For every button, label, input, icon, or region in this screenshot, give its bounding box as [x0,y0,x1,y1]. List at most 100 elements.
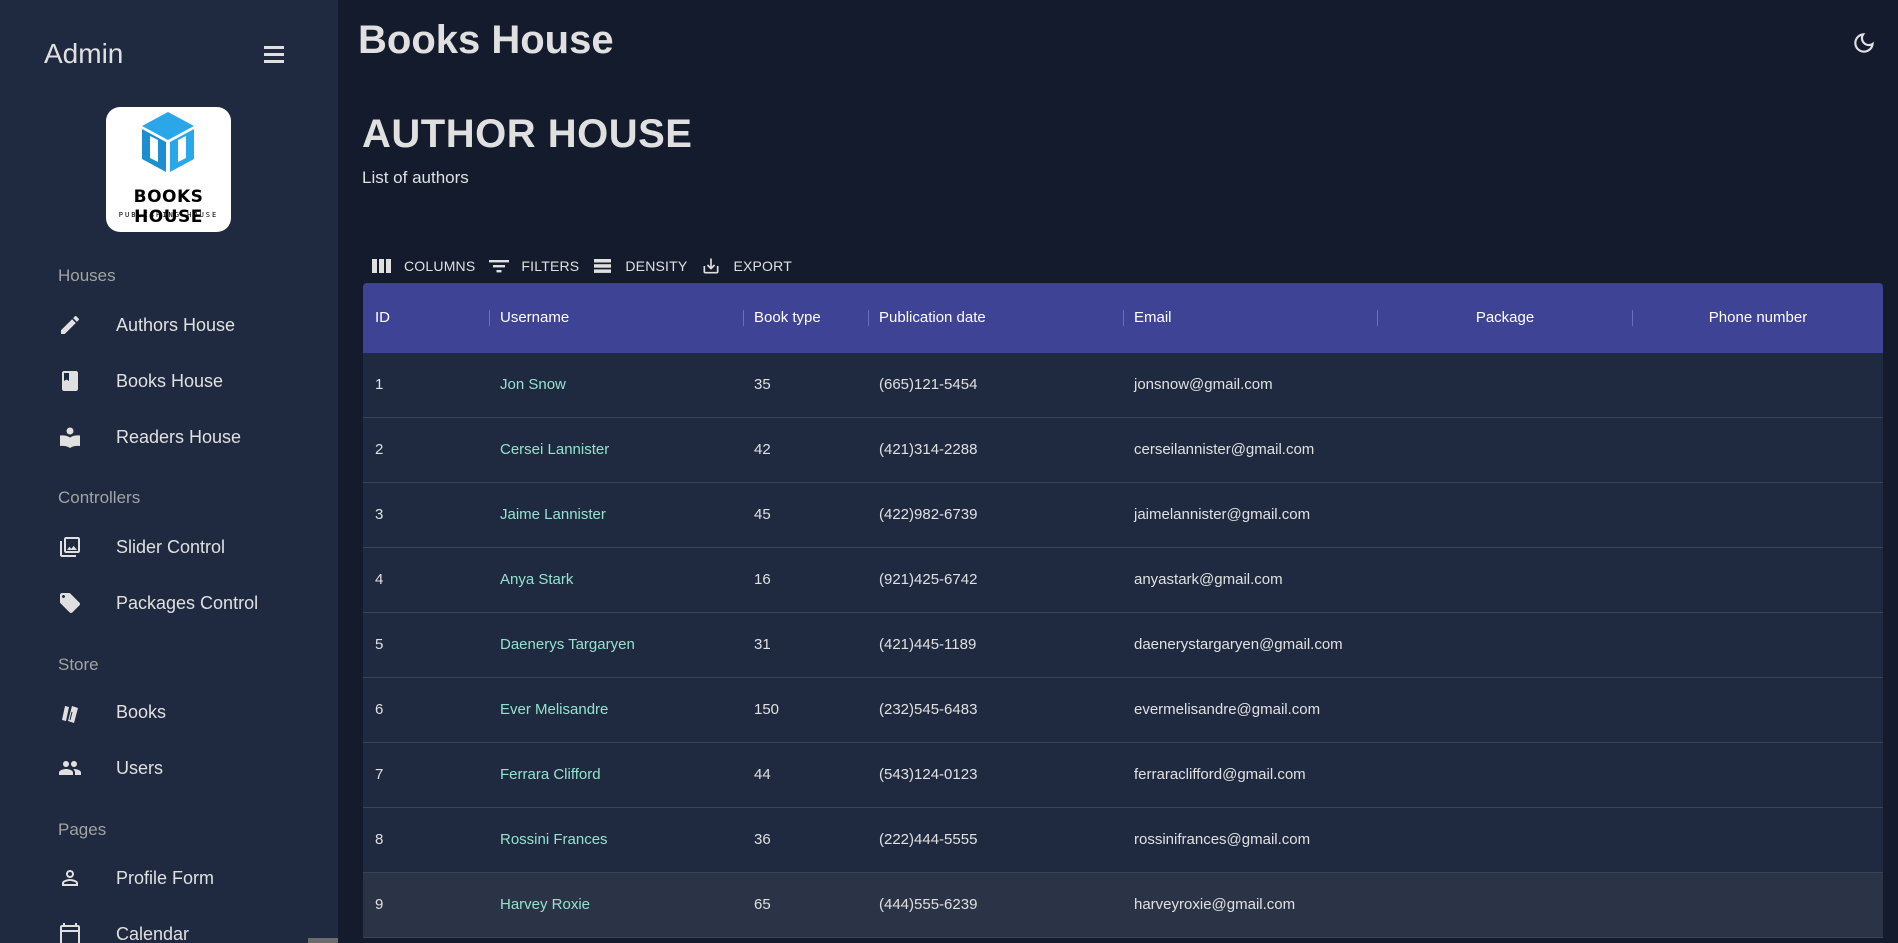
sidebar: Admin BOOKS HOUSE PUBLISHING HOUSE House… [0,0,338,943]
table-row[interactable]: 2 Cersei Lannister 42 (421)314-2288 cers… [363,418,1883,483]
column-header-username[interactable]: Username [500,283,569,353]
column-header-book-type[interactable]: Book type [754,283,821,353]
cell-publication-date: (444)555-6239 [879,896,978,913]
export-label: EXPORT [733,258,792,274]
column-header-email[interactable]: Email [1134,283,1172,353]
reader-icon [58,422,102,452]
table-row[interactable]: 8 Rossini Frances 36 (222)444-5555 rossi… [363,808,1883,873]
cell-publication-date: (421)314-2288 [879,441,978,458]
sidebar-item-label: Calendar [116,923,190,943]
cell-username[interactable]: Ferrara Clifford [500,743,601,807]
table-row[interactable]: 1 Jon Snow 35 (665)121-5454 jonsnow@gmai… [363,353,1883,418]
export-button[interactable]: EXPORT [699,255,792,277]
columns-button[interactable]: COLUMNS [370,255,475,277]
horizontal-scrollbar[interactable] [308,938,338,943]
cell-username[interactable]: Ever Melisandre [500,678,608,742]
tag-icon [58,588,102,618]
sidebar-title: Admin [44,38,124,69]
column-header-id[interactable]: ID [375,283,390,353]
cell-email: harveyroxie@gmail.com [1134,896,1296,913]
cell-username[interactable]: Daenerys Targaryen [500,613,635,677]
cell-id: 6 [375,701,384,718]
sidebar-item-label: Users [116,757,164,778]
logo-subtext: PUBLISHING HOUSE [118,211,219,219]
cell-book-type: 44 [754,766,771,783]
sidebar-item-label: Books House [116,370,224,391]
authors-table: ID Username Book type Publication date E… [363,283,1883,943]
density-label: DENSITY [625,258,688,274]
cell-id: 8 [375,831,384,848]
sidebar-item-profile-form[interactable]: Profile Form [58,861,318,895]
image-collection-icon [58,532,102,562]
column-header-phone-number[interactable]: Phone number [1633,283,1883,353]
cell-email: jaimelannister@gmail.com [1134,506,1311,523]
sidebar-item-books-house[interactable]: Books House [58,364,318,398]
page-subtitle: List of authors [362,168,469,187]
pencil-icon [58,310,102,340]
cell-email: ferraraclifford@gmail.com [1134,766,1306,783]
filter-icon [487,255,511,277]
sidebar-header: Admin [44,36,284,76]
sidebar-item-slider-control[interactable]: Slider Control [58,530,318,564]
table-row[interactable]: 7 Ferrara Clifford 44 (543)124-0123 ferr… [363,743,1883,808]
column-header-package[interactable]: Package [1378,283,1632,353]
cell-username[interactable]: Jon Snow [500,353,566,417]
cell-username[interactable]: Cersei Lannister [500,418,609,482]
cell-book-type: 16 [754,571,771,588]
sidebar-item-readers-house[interactable]: Readers House [58,420,318,454]
sidebar-item-calendar[interactable]: Calendar [58,917,318,943]
cell-email: rossinifrances@gmail.com [1134,831,1311,848]
cell-id: 7 [375,766,384,783]
sidebar-item-books[interactable]: Books [58,695,318,729]
sidebar-item-label: Profile Form [116,867,215,888]
menu-icon[interactable] [258,42,290,68]
column-header-publication-date[interactable]: Publication date [879,283,986,353]
users-icon [58,753,102,783]
table-row[interactable]: 3 Jaime Lannister 45 (422)982-6739 jaime… [363,483,1883,548]
cell-book-type: 31 [754,636,771,653]
table-row[interactable]: 6 Ever Melisandre 150 (232)545-6483 ever… [363,678,1883,743]
section-store: Store [58,655,99,674]
cell-book-type: 36 [754,831,771,848]
cell-book-type: 150 [754,701,780,718]
sidebar-item-label: Packages Control [116,592,259,613]
density-button[interactable]: DENSITY [591,255,687,277]
grid-toolbar: COLUMNS FILTERS DENSITY EXPORT [370,254,804,278]
sidebar-item-users[interactable]: Users [58,751,318,785]
cell-username[interactable]: Harvey Roxie [500,873,590,937]
cell-id: 5 [375,636,384,653]
column-separator[interactable] [868,310,869,326]
cell-publication-date: (665)121-5454 [879,376,978,393]
cell-publication-date: (921)425-6742 [879,571,978,588]
cell-book-type: 35 [754,376,771,393]
app-title: Books House [358,18,614,62]
cell-id: 1 [375,376,384,393]
table-row[interactable]: 9 Harvey Roxie 65 (444)555-6239 harveyro… [363,873,1883,938]
cell-book-type: 65 [754,896,771,913]
column-separator[interactable] [1123,310,1124,326]
column-separator[interactable] [743,310,744,326]
cell-id: 3 [375,506,384,523]
page-title: AUTHOR HOUSE [362,112,693,156]
filters-button[interactable]: FILTERS [487,255,579,277]
table-row[interactable]: 4 Anya Stark 16 (921)425-6742 anyastark@… [363,548,1883,613]
moon-icon[interactable] [1851,30,1877,56]
table-row[interactable]: 5 Daenerys Targaryen 31 (421)445-1189 da… [363,613,1883,678]
cell-username[interactable]: Jaime Lannister [500,483,606,547]
column-separator[interactable] [489,310,490,326]
sidebar-item-label: Books [116,701,167,722]
sidebar-item-authors-house[interactable]: Authors House [58,308,318,342]
density-icon [591,255,615,277]
sidebar-item-packages-control[interactable]: Packages Control [58,586,318,620]
cell-username[interactable]: Anya Stark [500,548,573,612]
cell-id: 4 [375,571,384,588]
filters-label: FILTERS [521,258,580,274]
cell-username[interactable]: Rossini Frances [500,808,608,872]
cell-publication-date: (232)545-6483 [879,701,978,718]
cell-publication-date: (222)444-5555 [879,831,978,848]
cell-publication-date: (421)445-1189 [879,636,977,653]
books-icon [58,697,102,727]
section-controllers: Controllers [58,488,141,507]
sidebar-item-label: Readers House [116,426,242,447]
cell-book-type: 45 [754,506,771,523]
